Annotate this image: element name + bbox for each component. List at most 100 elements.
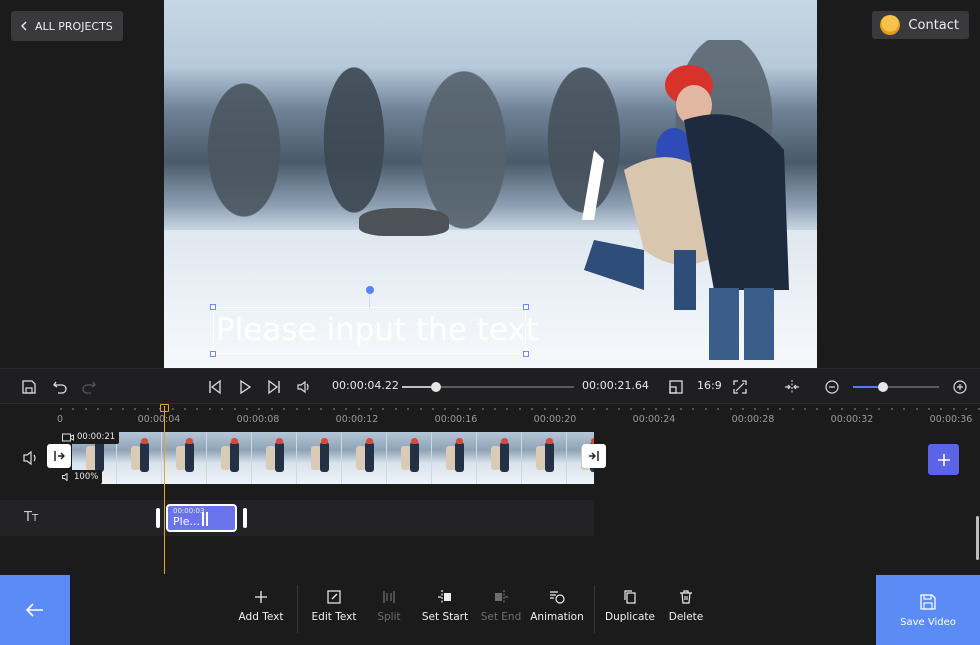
ruler-tick [469, 408, 472, 410]
ruler-tick [345, 408, 348, 410]
save-video-button[interactable]: Save Video [876, 575, 980, 645]
ruler-tick [295, 408, 298, 410]
ruler-tick [742, 408, 744, 410]
toolbar-divider [297, 585, 298, 633]
preview-skater-figure-2 [665, 65, 789, 360]
ruler-tick [196, 408, 199, 410]
ruler-tick [543, 408, 546, 410]
rotate-handle[interactable] [366, 286, 374, 294]
total-time: 00:00:21.64 [582, 379, 649, 392]
volume-icon[interactable] [295, 378, 313, 396]
scrubber-knob[interactable] [431, 382, 442, 392]
ruler-label: 00:00:04 [137, 414, 181, 425]
ruler-tick [816, 408, 819, 410]
add-text-button[interactable]: Add Text [230, 589, 292, 633]
undo-icon[interactable] [51, 378, 69, 396]
timeline[interactable]: 0 00:00:04 00:00:08 00:00:12 00:00:16 00:00:2… [0, 404, 980, 574]
contact-button[interactable]: Contact [872, 11, 969, 39]
animation-button[interactable]: Animation [526, 589, 588, 633]
thumbnail-figure [230, 442, 239, 472]
resize-handle-bottom-right[interactable] [523, 351, 529, 357]
resize-handle-top-right[interactable] [523, 304, 529, 310]
playhead[interactable] [164, 406, 165, 574]
animation-label: Animation [530, 611, 584, 623]
set-start-icon [438, 590, 451, 604]
ruler-tick [766, 408, 769, 410]
zoom-in-icon[interactable] [951, 378, 969, 396]
text-overlay-box[interactable]: Please input the text [210, 286, 538, 357]
duplicate-button[interactable]: Duplicate [599, 589, 661, 633]
text-clip-left-handle[interactable] [156, 508, 160, 528]
text-clip-grip-icon[interactable] [202, 512, 208, 526]
zoom-out-icon[interactable] [823, 378, 841, 396]
thumbnail-figure [411, 438, 418, 444]
ruler-label: 00:00:28 [731, 414, 775, 425]
ruler-tick [605, 408, 608, 410]
track-audio-icon[interactable] [22, 450, 40, 466]
ruler-tick [804, 408, 806, 410]
clip-thumbnail [522, 432, 567, 484]
ruler-tick [97, 408, 100, 410]
ruler-tick [84, 408, 87, 410]
edit-icon [327, 590, 341, 604]
thumbnail-figure [365, 442, 374, 472]
ruler-tick [853, 408, 856, 410]
all-projects-button[interactable]: ALL PROJECTS [11, 11, 123, 41]
clip-thumbnail [297, 432, 342, 484]
ruler-tick [729, 408, 732, 410]
clip-trim-start-handle[interactable] [47, 444, 71, 468]
add-media-button[interactable] [928, 444, 959, 475]
ruler-tick [357, 408, 360, 410]
aspect-ratio-icon[interactable] [667, 378, 685, 396]
clip-thumbnail [432, 432, 477, 484]
text-clip-right-handle[interactable] [243, 508, 247, 528]
ruler-tick [618, 408, 620, 410]
zoom-slider[interactable] [853, 382, 939, 392]
ruler-tick [320, 408, 323, 410]
split-button[interactable]: Split [358, 589, 420, 633]
ruler-tick [246, 408, 248, 410]
ruler-tick [630, 408, 633, 410]
edit-text-button[interactable]: Edit Text [303, 589, 365, 633]
ruler-tick [481, 408, 484, 410]
zoom-slider-knob[interactable] [878, 382, 889, 392]
ruler-tick [432, 408, 434, 410]
text-track-icon: TT [24, 510, 39, 525]
save-icon[interactable] [20, 378, 38, 396]
ruler-tick [506, 408, 509, 410]
clip-trim-end-handle[interactable] [582, 444, 606, 468]
resize-handle-bottom-left[interactable] [210, 351, 216, 357]
ruler-tick [704, 408, 707, 410]
thumbnail-figure [275, 442, 284, 472]
trim-in-icon [54, 451, 65, 461]
ruler-tick [977, 408, 980, 410]
back-button[interactable] [0, 575, 70, 645]
trash-icon [680, 590, 692, 604]
text-clip[interactable]: 00:00:03 Ple... [166, 504, 237, 532]
timeline-ruler[interactable]: 0 00:00:04 00:00:08 00:00:12 00:00:16 00:00:2… [0, 404, 980, 430]
aspect-ratio-label[interactable]: 16:9 [697, 379, 722, 392]
video-preview[interactable]: Please input the text [164, 0, 817, 368]
playback-scrubber[interactable] [402, 382, 574, 392]
fullscreen-icon[interactable] [731, 378, 749, 396]
duplicate-icon [624, 590, 636, 604]
ruler-tick [568, 408, 571, 410]
delete-button[interactable]: Delete [655, 589, 717, 633]
clip-thumbnail [252, 432, 297, 484]
video-clip[interactable] [72, 432, 594, 484]
play-icon[interactable] [236, 378, 254, 396]
current-time: 00:00:04.22 [332, 379, 399, 392]
timeline-scrollbar[interactable] [976, 516, 979, 560]
playback-toolbar: 00:00:04.22 00:00:21.64 16:9 [0, 368, 980, 404]
ruler-tick [394, 408, 397, 410]
set-start-button[interactable]: Set Start [414, 589, 476, 633]
split-icon [383, 591, 395, 603]
overlay-text[interactable]: Please input the text [214, 308, 538, 353]
fit-timeline-icon[interactable] [783, 378, 801, 396]
resize-handle-top-left[interactable] [210, 304, 216, 310]
ruler-tick [965, 408, 968, 410]
set-end-button[interactable]: Set End [470, 589, 532, 633]
skip-back-icon[interactable] [206, 378, 224, 396]
redo-icon[interactable] [80, 378, 98, 396]
skip-forward-icon[interactable] [265, 378, 283, 396]
